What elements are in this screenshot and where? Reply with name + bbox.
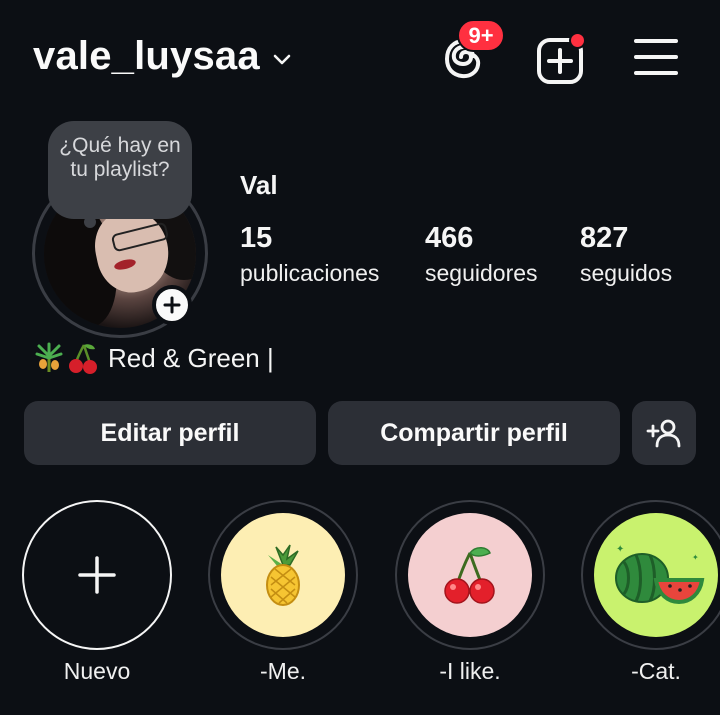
svg-text:✦: ✦ — [692, 553, 699, 562]
username: vale_luysaa — [33, 34, 260, 78]
bio-text: Red & Green | — [108, 342, 274, 373]
highlight-ring — [395, 500, 545, 650]
posts-count: 15 — [240, 222, 273, 254]
top-bar: vale_luysaa 9+ — [0, 0, 720, 120]
plus-icon — [78, 556, 116, 594]
highlight-me[interactable]: -Me. — [208, 500, 358, 685]
highlight-ring: ✦ ✦ — [581, 500, 720, 650]
watermelon-icon: ✦ ✦ — [615, 544, 705, 605]
notification-badge: 9+ — [457, 19, 505, 52]
followers-label: seguidores — [425, 260, 538, 286]
account-switcher[interactable]: vale_luysaa — [33, 34, 292, 79]
highlight-cat[interactable]: ✦ ✦ -Cat. — [581, 500, 720, 685]
add-story-button[interactable] — [152, 285, 192, 325]
following-label: seguidos — [580, 260, 673, 286]
plus-icon — [163, 296, 181, 314]
bio: Red & Green | — [34, 342, 274, 374]
svg-text:✦: ✦ — [616, 544, 624, 555]
highlight-cover: ✦ ✦ — [594, 513, 718, 637]
posts-label: publicaciones — [240, 260, 380, 286]
display-name: Val — [240, 170, 278, 200]
highlight-new[interactable]: Nuevo — [22, 500, 172, 685]
pineapple-plant-emoji-icon — [35, 342, 63, 372]
followers-count: 466 — [425, 222, 474, 254]
highlight-cover — [408, 513, 532, 637]
add-person-icon — [646, 419, 681, 448]
highlight-label: -Cat. — [631, 658, 681, 684]
stat-followers[interactable]: 466 seguidores — [425, 222, 538, 288]
edit-profile-button[interactable]: Editar perfil — [24, 401, 316, 465]
highlight-ring — [22, 500, 172, 650]
hamburger-menu-icon[interactable] — [633, 36, 679, 78]
highlight-ring — [208, 500, 358, 650]
cherry-icon — [444, 547, 495, 604]
highlight-cover — [221, 513, 345, 637]
share-profile-button[interactable]: Compartir perfil — [328, 401, 620, 465]
stat-following[interactable]: 827 seguidos — [580, 222, 672, 288]
stat-posts[interactable]: 15 publicaciones — [240, 222, 379, 288]
discover-people-button[interactable] — [632, 401, 696, 465]
cherries-emoji-icon — [69, 344, 97, 374]
highlight-label: Nuevo — [63, 658, 131, 684]
chevron-down-icon — [273, 54, 291, 64]
following-count: 827 — [580, 222, 629, 254]
pineapple-icon — [266, 544, 300, 606]
note-bubble[interactable]: ¿Qué hay en tu playlist? — [48, 121, 192, 219]
highlight-label: -I like. — [439, 658, 501, 684]
create-notification-dot — [569, 32, 586, 49]
highlight-label: -Me. — [260, 658, 306, 684]
highlight-i-like[interactable]: -I like. — [395, 500, 545, 685]
